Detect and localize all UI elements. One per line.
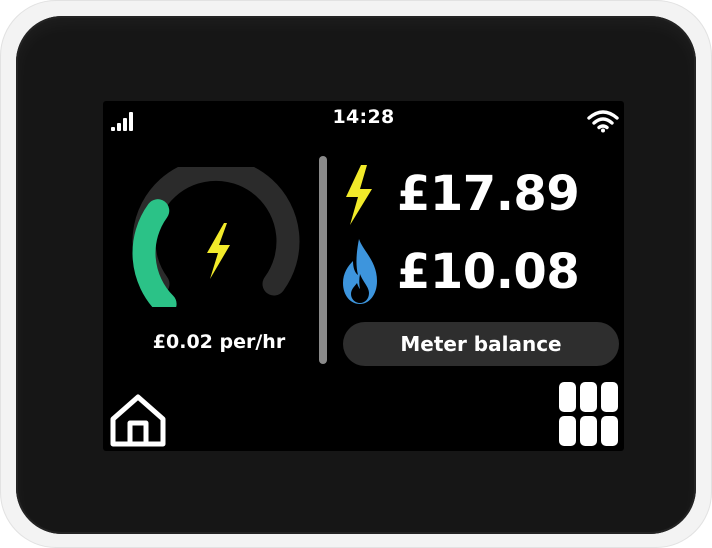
in-home-display-device: 14:28 £0.02 per/hr £17.89 £10.08 Meter b… bbox=[0, 0, 712, 548]
apps-grid-icon[interactable] bbox=[558, 381, 620, 447]
electricity-balance-value: £17.89 bbox=[397, 166, 580, 222]
display-screen: 14:28 £0.02 per/hr £17.89 £10.08 Meter b… bbox=[103, 101, 624, 451]
panel-divider bbox=[319, 156, 327, 364]
gas-balance-value: £10.08 bbox=[397, 244, 580, 300]
meter-balance-button[interactable]: Meter balance bbox=[343, 322, 619, 366]
usage-rate-text: £0.02 per/hr bbox=[152, 331, 286, 353]
clock-time: 14:28 bbox=[332, 106, 395, 128]
home-icon[interactable] bbox=[106, 392, 170, 448]
electricity-balance-row: £17.89 bbox=[341, 159, 624, 229]
lightning-bolt-icon bbox=[207, 223, 230, 279]
gas-flame-icon bbox=[343, 239, 377, 304]
usage-gauge-dial bbox=[132, 167, 300, 307]
wifi-icon bbox=[587, 110, 619, 133]
gauge-level-arc bbox=[132, 199, 177, 307]
gas-balance-row: £10.08 bbox=[341, 237, 624, 307]
lightning-bolt-icon bbox=[346, 165, 372, 225]
status-bar: 14:28 bbox=[103, 101, 624, 137]
